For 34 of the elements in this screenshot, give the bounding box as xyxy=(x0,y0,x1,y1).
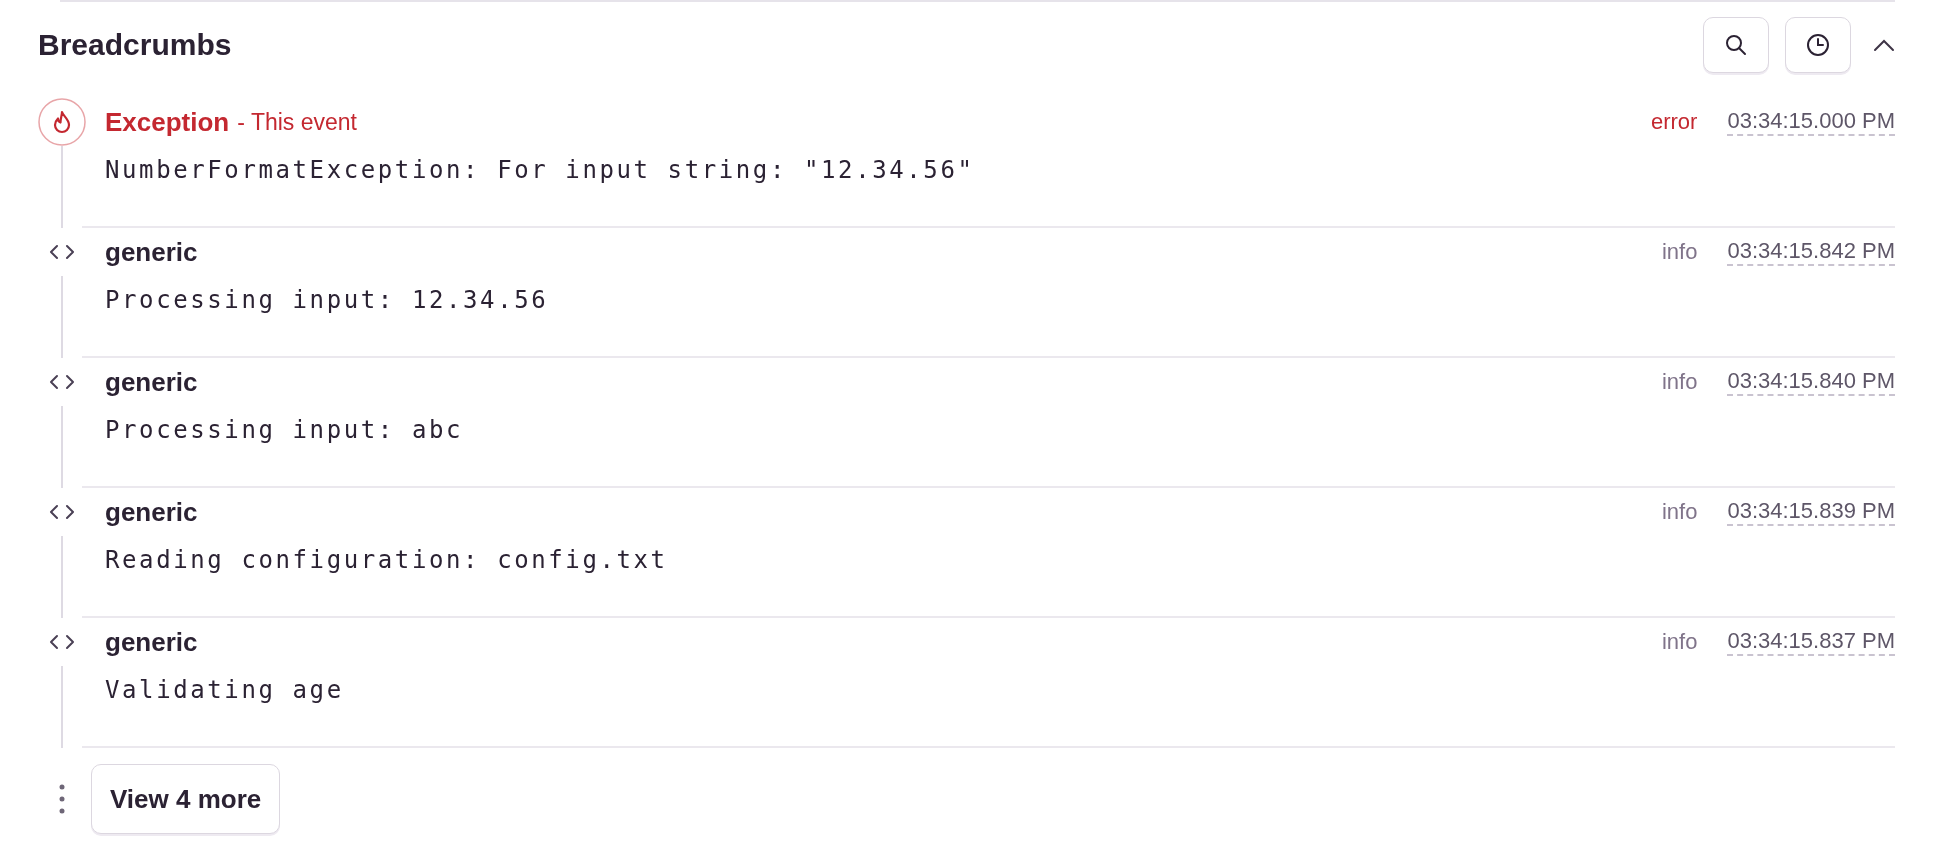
search-icon xyxy=(1724,33,1748,57)
timestamp: 03:34:15.840 PM xyxy=(1727,368,1895,396)
timestamp: 03:34:15.839 PM xyxy=(1727,498,1895,526)
breadcrumb-message: Validating age xyxy=(105,675,345,706)
event-note: - This event xyxy=(237,108,357,136)
time-button[interactable] xyxy=(1785,17,1851,73)
breadcrumb-title: generic xyxy=(105,496,198,528)
breadcrumb-message: NumberFormatException: For input string: "12.34.56" xyxy=(105,155,976,186)
vertical-dots-icon xyxy=(59,784,65,814)
code-brackets-icon xyxy=(49,504,75,520)
breadcrumb-title: generic xyxy=(105,236,198,268)
panel-title: Breadcrumbs xyxy=(38,28,233,62)
clock-icon xyxy=(1806,33,1830,57)
code-brackets-icon xyxy=(49,634,75,650)
level-label: info xyxy=(1661,239,1698,265)
timestamp: 03:34:15.842 PM xyxy=(1727,238,1895,266)
search-button[interactable] xyxy=(1703,17,1769,73)
flame-icon xyxy=(38,98,86,146)
timestamp: 03:34:15.000 PM xyxy=(1727,108,1895,136)
collapse-chevron-icon[interactable] xyxy=(1873,38,1895,52)
level-label: info xyxy=(1661,629,1698,655)
breadcrumb-message: Processing input: abc xyxy=(105,415,465,446)
breadcrumb-title: Exception xyxy=(105,106,230,138)
view-more-button[interactable]: View 4 more xyxy=(91,764,281,834)
timestamp: 03:34:15.837 PM xyxy=(1727,628,1895,656)
breadcrumb-message: Reading configuration: config.txt xyxy=(105,545,669,576)
level-label: error xyxy=(1650,109,1698,135)
level-label: info xyxy=(1661,499,1698,525)
breadcrumb-message: Processing input: 12.34.56 xyxy=(105,285,550,316)
level-label: info xyxy=(1661,369,1698,395)
code-brackets-icon xyxy=(49,244,75,260)
code-brackets-icon xyxy=(49,374,75,390)
breadcrumb-title: generic xyxy=(105,626,198,658)
breadcrumb-title: generic xyxy=(105,366,198,398)
